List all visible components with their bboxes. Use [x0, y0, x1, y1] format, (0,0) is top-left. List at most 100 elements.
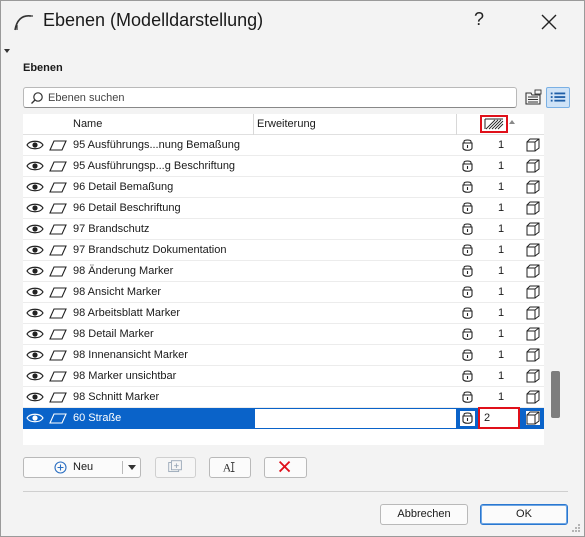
visibility-eye-icon[interactable]: [26, 285, 44, 299]
intersection-group-value[interactable]: 1: [486, 349, 516, 361]
lock-icon[interactable]: [460, 159, 475, 174]
layer-extension[interactable]: [255, 178, 456, 197]
intersection-group-input[interactable]: 2: [478, 407, 520, 429]
new-layer-button[interactable]: Neu: [23, 457, 141, 478]
layer-extension[interactable]: [255, 304, 456, 323]
layer-name[interactable]: 96 Detail Bemaßung: [73, 181, 173, 193]
intersection-group-value[interactable]: 1: [486, 244, 516, 256]
table-row[interactable]: 98 Ansicht Marker 1: [23, 282, 544, 303]
intersection-group-value[interactable]: 1: [486, 181, 516, 193]
layer-name[interactable]: 98 Ansicht Marker: [73, 286, 161, 298]
intersection-group-value[interactable]: 1: [486, 202, 516, 214]
wireframe-mode-icon[interactable]: [526, 243, 540, 257]
visibility-eye-icon[interactable]: [26, 201, 44, 215]
layer-name[interactable]: 97 Brandschutz Dokumentation: [73, 244, 226, 256]
table-row[interactable]: 98 Änderung Marker 1: [23, 261, 544, 282]
layer-name[interactable]: 98 Marker unsichtbar: [73, 370, 176, 382]
lock-icon[interactable]: [460, 138, 475, 153]
wireframe-mode-icon[interactable]: [526, 285, 540, 299]
layer-name[interactable]: 97 Brandschutz: [73, 223, 149, 235]
wireframe-mode-icon[interactable]: [526, 390, 540, 404]
lock-icon[interactable]: [460, 201, 475, 216]
intersection-group-value[interactable]: 1: [486, 286, 516, 298]
layer-name[interactable]: 98 Arbeitsblatt Marker: [73, 307, 180, 319]
close-icon[interactable]: [536, 9, 562, 35]
lock-icon[interactable]: [460, 243, 475, 258]
visibility-eye-icon[interactable]: [26, 222, 44, 236]
layer-name[interactable]: 98 Detail Marker: [73, 328, 154, 340]
layer-name[interactable]: 98 Schnitt Marker: [73, 391, 159, 403]
lock-icon[interactable]: [460, 306, 475, 321]
lock-icon[interactable]: [460, 222, 475, 237]
layer-name[interactable]: 95 Ausführungsp...g Beschriftung: [73, 160, 235, 172]
column-divider[interactable]: [253, 114, 254, 135]
duplicate-layer-button[interactable]: [155, 457, 196, 478]
lock-icon[interactable]: [460, 369, 475, 384]
lock-icon[interactable]: [460, 264, 475, 279]
table-row[interactable]: 98 Schnitt Marker 1: [23, 387, 544, 408]
column-header-hatch[interactable]: [480, 115, 508, 133]
table-row[interactable]: 95 Ausführungsp...g Beschriftung 1: [23, 156, 544, 177]
intersection-group-value[interactable]: 1: [486, 391, 516, 403]
layer-extension[interactable]: [255, 220, 456, 239]
layer-name[interactable]: 96 Detail Beschriftung: [73, 202, 181, 214]
layer-name[interactable]: 98 Änderung Marker: [73, 265, 173, 277]
visibility-eye-icon[interactable]: [26, 306, 44, 320]
intersection-group-value[interactable]: 1: [486, 160, 516, 172]
lock-icon[interactable]: [460, 411, 475, 426]
wireframe-mode-icon[interactable]: [526, 201, 540, 215]
wireframe-mode-icon[interactable]: [526, 306, 540, 320]
layer-name[interactable]: 98 Innenansicht Marker: [73, 349, 188, 361]
visibility-eye-icon[interactable]: [26, 180, 44, 194]
layer-extension[interactable]: [255, 241, 456, 260]
intersection-group-value[interactable]: 1: [486, 139, 516, 151]
lock-icon[interactable]: [460, 390, 475, 405]
visibility-eye-icon[interactable]: [26, 327, 44, 341]
layer-extension[interactable]: [255, 157, 456, 176]
table-row[interactable]: 96 Detail Bemaßung 1: [23, 177, 544, 198]
wireframe-mode-icon[interactable]: [526, 411, 540, 425]
wireframe-mode-icon[interactable]: [526, 138, 540, 152]
wireframe-mode-icon[interactable]: [526, 327, 540, 341]
intersection-group-value[interactable]: 1: [486, 370, 516, 382]
new-layer-main[interactable]: Neu: [24, 458, 122, 477]
table-row[interactable]: 97 Brandschutz Dokumentation 1: [23, 240, 544, 261]
visibility-eye-icon[interactable]: [26, 159, 44, 173]
wireframe-mode-icon[interactable]: [526, 369, 540, 383]
column-header-name[interactable]: Name: [73, 118, 102, 130]
table-row[interactable]: 96 Detail Beschriftung 1: [23, 198, 544, 219]
table-row[interactable]: 95 Ausführungs...nung Bemaßung 1: [23, 135, 544, 156]
table-row[interactable]: 97 Brandschutz 1: [23, 219, 544, 240]
intersection-group-value[interactable]: 1: [486, 307, 516, 319]
column-header-extension[interactable]: Erweiterung: [257, 118, 316, 130]
wireframe-mode-icon[interactable]: [526, 348, 540, 362]
cancel-button[interactable]: Abbrechen: [380, 504, 468, 525]
lock-icon[interactable]: [460, 285, 475, 300]
layer-extension[interactable]: [255, 409, 456, 428]
layer-name[interactable]: 60 Straße: [73, 412, 121, 424]
help-button[interactable]: ?: [467, 9, 491, 35]
layer-extension[interactable]: [255, 283, 456, 302]
table-row[interactable]: 98 Detail Marker 1: [23, 324, 544, 345]
intersection-group-value[interactable]: 1: [486, 265, 516, 277]
layer-extension[interactable]: [255, 367, 456, 386]
layer-extension[interactable]: [255, 262, 456, 281]
layer-extension[interactable]: [255, 388, 456, 407]
visibility-eye-icon[interactable]: [26, 243, 44, 257]
visibility-eye-icon[interactable]: [26, 390, 44, 404]
intersection-group-value[interactable]: 1: [486, 223, 516, 235]
visibility-eye-icon[interactable]: [26, 138, 44, 152]
resize-grip-icon[interactable]: [571, 523, 581, 533]
wireframe-mode-icon[interactable]: [526, 159, 540, 173]
layer-name[interactable]: 95 Ausführungs...nung Bemaßung: [73, 139, 240, 151]
wireframe-mode-icon[interactable]: [526, 264, 540, 278]
layer-extension[interactable]: [255, 199, 456, 218]
visibility-eye-icon[interactable]: [26, 348, 44, 362]
lock-icon[interactable]: [460, 327, 475, 342]
table-row[interactable]: 98 Arbeitsblatt Marker 1: [23, 303, 544, 324]
column-divider[interactable]: [456, 114, 457, 135]
list-view-button[interactable]: [546, 87, 570, 108]
layer-extension[interactable]: [255, 136, 456, 155]
folder-view-icon[interactable]: [523, 87, 544, 108]
delete-layer-button[interactable]: [264, 457, 307, 478]
